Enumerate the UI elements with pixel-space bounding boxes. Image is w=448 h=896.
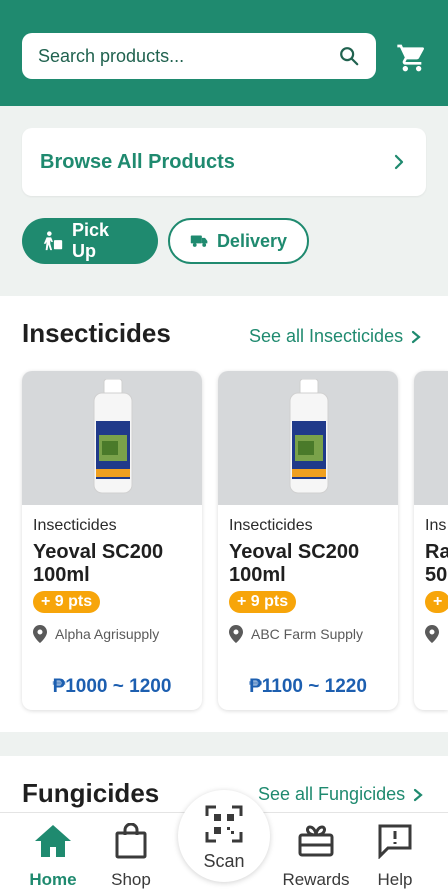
scan-button[interactable]: Scan — [178, 790, 270, 882]
delivery-toggle[interactable]: Delivery — [168, 218, 309, 264]
insecticides-section: Insecticides See all Insecticides Insect… — [0, 296, 448, 732]
store-name: ABC Farm Supply — [251, 626, 364, 642]
product-card[interactable]: Ins Ra 50 + — [414, 371, 448, 710]
pickup-toggle[interactable]: Pick Up — [22, 218, 158, 264]
chevron-right-icon — [411, 330, 421, 343]
pickup-label: Pick Up — [72, 220, 110, 261]
see-all-label: See all Insecticides — [249, 326, 404, 346]
search-placeholder: Search products... — [38, 45, 185, 66]
cart-icon[interactable] — [396, 42, 428, 74]
pickup-person-icon — [43, 231, 63, 251]
product-image — [22, 371, 202, 505]
nav-help[interactable]: Help — [355, 823, 435, 890]
product-image — [218, 371, 398, 505]
product-image — [414, 371, 448, 505]
product-bottle-icon — [93, 379, 133, 494]
store-location: Alpha Agrisupply — [33, 625, 194, 643]
scan-label: Scan — [203, 851, 245, 871]
points-badge: + 9 pts — [229, 591, 297, 613]
browse-all-products-button[interactable]: Browse All Products — [22, 128, 426, 196]
delivery-truck-icon — [190, 235, 208, 247]
product-card[interactable]: Insecticides Yeoval SC200 100ml + 9 pts … — [22, 371, 202, 710]
section-title: Fungicides — [22, 778, 160, 808]
nav-shop[interactable]: Shop — [91, 822, 171, 890]
search-input[interactable]: Search products... — [22, 33, 376, 79]
nav-home[interactable]: Home — [13, 823, 93, 890]
nav-home-label: Home — [29, 870, 77, 889]
nav-help-label: Help — [377, 870, 413, 889]
gift-icon — [298, 825, 334, 857]
store-location: ABC Farm Supply — [229, 625, 390, 643]
see-all-label: See all Fungicides — [258, 784, 406, 804]
help-chat-icon — [378, 824, 412, 860]
location-pin-icon — [33, 625, 47, 643]
product-bottle-icon — [289, 379, 329, 494]
nav-rewards[interactable]: Rewards — [276, 823, 356, 890]
search-icon[interactable] — [338, 45, 360, 67]
price-range: ₱1100 ~ 1220 — [249, 676, 367, 697]
product-name: Yeoval SC200 100ml — [229, 541, 360, 586]
product-card[interactable]: Insecticides Yeoval SC200 100ml + 9 pts … — [218, 371, 398, 710]
section-title: Insecticides — [22, 318, 171, 348]
chevron-right-icon — [394, 154, 404, 170]
see-all-fungicides-link[interactable]: See all Fungicides — [258, 784, 423, 805]
points-badge: + 9 pts — [33, 591, 101, 613]
product-category: Insecticides — [33, 517, 117, 534]
product-name: Yeoval SC200 100ml — [33, 541, 164, 586]
home-icon — [35, 825, 71, 857]
app-header: Search products... — [0, 0, 448, 106]
product-category: Ins — [425, 517, 447, 534]
browse-all-label: Browse All Products — [40, 150, 235, 173]
nav-rewards-label: Rewards — [282, 870, 350, 889]
points-badge: + — [425, 591, 448, 613]
product-info: Ins Ra 50 + — [425, 517, 448, 643]
product-info: Insecticides Yeoval SC200 100ml + 9 pts … — [33, 517, 194, 643]
shopping-bag-icon — [115, 822, 147, 859]
delivery-label: Delivery — [216, 230, 287, 251]
location-pin-icon — [229, 625, 243, 643]
product-info: Insecticides Yeoval SC200 100ml + 9 pts … — [229, 517, 390, 643]
price-range: ₱1000 ~ 1200 — [52, 676, 172, 697]
product-category: Insecticides — [229, 517, 313, 534]
store-name: Alpha Agrisupply — [55, 626, 160, 642]
nav-shop-label: Shop — [111, 870, 151, 889]
see-all-insecticides-link[interactable]: See all Insecticides — [249, 326, 421, 347]
store-location — [425, 625, 448, 643]
location-pin-icon — [425, 625, 439, 643]
product-name: Ra 50 — [425, 541, 448, 586]
qr-scan-icon — [205, 805, 243, 843]
chevron-right-icon — [413, 788, 423, 801]
